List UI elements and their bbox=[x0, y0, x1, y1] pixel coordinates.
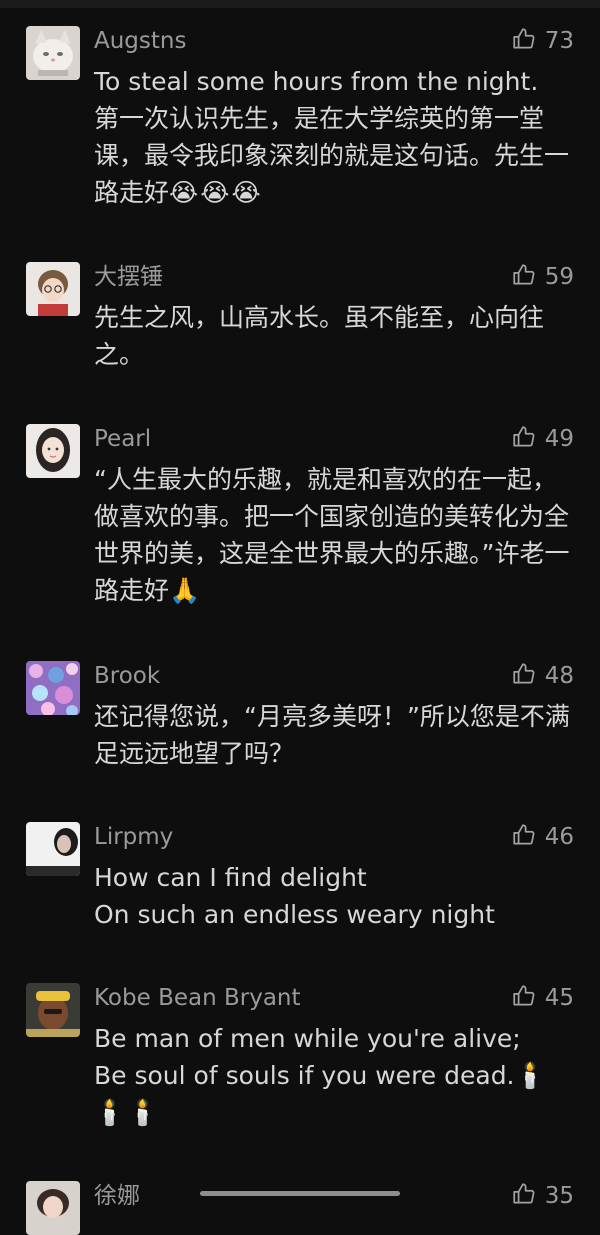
like-button[interactable]: 45 bbox=[511, 983, 574, 1013]
like-button[interactable]: 73 bbox=[511, 26, 574, 56]
like-button[interactable]: 59 bbox=[511, 262, 574, 292]
thumbs-up-icon bbox=[511, 1181, 537, 1211]
like-count: 49 bbox=[544, 426, 574, 452]
username[interactable]: Pearl bbox=[94, 424, 151, 454]
comment-body: 还记得您说，“月亮多美呀！”所以您是不满足远远地望了吗？ bbox=[94, 702, 570, 768]
comment-body: Be man of men while you're alive; Be sou… bbox=[94, 1024, 521, 1090]
username[interactable]: Augstns bbox=[94, 26, 186, 56]
username[interactable]: Kobe Bean Bryant bbox=[94, 983, 301, 1013]
comment-text: “人生最大的乐趣，就是和喜欢的在一起，做喜欢的事。把一个国家创造的美转化为全世界… bbox=[94, 461, 574, 609]
comment-text: How can I find delight On such an endles… bbox=[94, 859, 574, 933]
avatar[interactable] bbox=[26, 661, 80, 715]
emoji: 🙏 bbox=[169, 576, 203, 605]
thumbs-up-icon bbox=[511, 983, 537, 1013]
comment-text: 还记得您说，“月亮多美呀！”所以您是不满足远远地望了吗？ bbox=[94, 698, 574, 772]
like-button[interactable]: 35 bbox=[511, 1181, 574, 1211]
thumbs-up-icon bbox=[511, 661, 537, 691]
avatar[interactable] bbox=[26, 983, 80, 1037]
comment-text: 先生之风，山高水长。虽不能至，心向往之。 bbox=[94, 299, 574, 373]
like-count: 73 bbox=[544, 28, 574, 54]
comment-body: How can I find delight On such an endles… bbox=[94, 863, 495, 929]
thumbs-up-icon bbox=[511, 26, 537, 56]
home-indicator[interactable] bbox=[200, 1191, 400, 1196]
username[interactable]: 大摆锤 bbox=[94, 262, 163, 292]
like-count: 59 bbox=[544, 264, 574, 290]
thumbs-up-icon bbox=[511, 424, 537, 454]
avatar[interactable] bbox=[26, 1181, 80, 1235]
username[interactable]: Brook bbox=[94, 661, 160, 691]
like-count: 46 bbox=[544, 824, 574, 850]
username[interactable]: 徐娜 bbox=[94, 1181, 140, 1211]
status-bar-strip bbox=[0, 0, 600, 8]
avatar[interactable] bbox=[26, 26, 80, 80]
comment-text: Be man of men while you're alive; Be sou… bbox=[94, 1020, 574, 1131]
thumbs-up-icon bbox=[511, 822, 537, 852]
like-button[interactable]: 49 bbox=[511, 424, 574, 454]
emoji: 😭😭😭 bbox=[169, 178, 263, 207]
username[interactable]: Lirpmy bbox=[94, 822, 173, 852]
comment-text: To steal some hours from the night. 第一次认… bbox=[94, 63, 574, 211]
like-count: 45 bbox=[544, 985, 574, 1011]
like-button[interactable]: 46 bbox=[511, 822, 574, 852]
avatar[interactable] bbox=[26, 262, 80, 316]
comment-body: “人生最大的乐趣，就是和喜欢的在一起，做喜欢的事。把一个国家创造的美转化为全世界… bbox=[94, 465, 570, 605]
comment-body: 先生之风，山高水长。虽不能至，心向往之。 bbox=[94, 303, 545, 369]
avatar[interactable] bbox=[26, 424, 80, 478]
avatar[interactable] bbox=[26, 822, 80, 876]
like-count: 48 bbox=[544, 663, 574, 689]
like-count: 35 bbox=[544, 1183, 574, 1209]
thumbs-up-icon bbox=[511, 262, 537, 292]
comment-body: To steal some hours from the night. 第一次认… bbox=[94, 67, 570, 207]
like-button[interactable]: 48 bbox=[511, 661, 574, 691]
